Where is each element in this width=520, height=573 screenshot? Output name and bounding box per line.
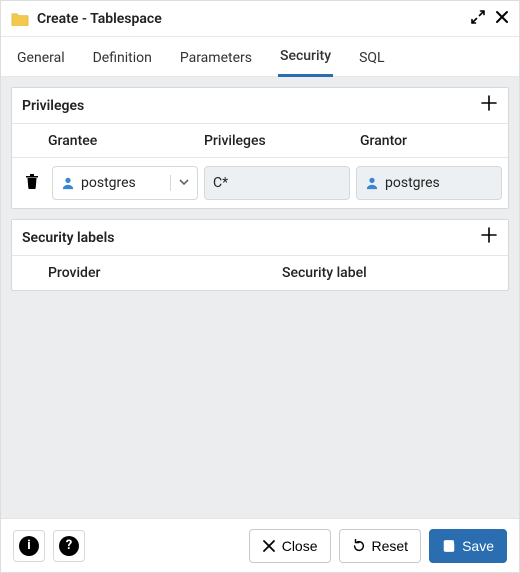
user-icon [61, 176, 75, 190]
user-icon [365, 176, 379, 190]
grantor-field: postgres [356, 166, 502, 200]
save-label: Save [462, 538, 494, 554]
grantee-select[interactable]: postgres [52, 166, 198, 200]
privilege-row: postgres C* postgres [12, 158, 508, 208]
tab-definition[interactable]: Definition [91, 40, 154, 76]
dialog-create-tablespace: Create - Tablespace General Definition P… [0, 0, 520, 573]
help-button[interactable]: ? [53, 530, 85, 562]
delete-row-button[interactable] [25, 173, 39, 193]
tab-general[interactable]: General [15, 40, 67, 76]
add-privilege-button[interactable] [480, 94, 498, 117]
security-labels-panel: Security labels Provider Security label [11, 219, 509, 291]
privileges-value: C* [213, 175, 228, 191]
tab-security[interactable]: Security [278, 38, 333, 77]
reset-label: Reset [372, 538, 409, 554]
reset-button[interactable]: Reset [339, 529, 422, 563]
close-icon[interactable] [495, 10, 509, 28]
security-labels-title: Security labels [22, 230, 114, 246]
grantee-value: postgres [81, 175, 136, 191]
privileges-title: Privileges [22, 98, 84, 114]
save-button[interactable]: Save [429, 529, 507, 563]
dialog-footer: i ? Close Reset Save [1, 518, 519, 572]
privileges-header: Privileges [12, 88, 508, 124]
tab-sql[interactable]: SQL [357, 40, 386, 76]
close-label: Close [282, 538, 318, 554]
titlebar: Create - Tablespace [1, 1, 519, 37]
dialog-title: Create - Tablespace [37, 11, 471, 27]
privileges-column-headers: Grantee Privileges Grantor [12, 124, 508, 158]
tab-parameters[interactable]: Parameters [178, 40, 254, 76]
security-labels-column-headers: Provider Security label [12, 256, 508, 290]
privileges-panel: Privileges Grantee Privileges Grantor [11, 87, 509, 209]
info-button[interactable]: i [13, 530, 45, 562]
grantor-value: postgres [385, 175, 440, 191]
folder-icon [11, 12, 29, 26]
expand-icon[interactable] [471, 10, 485, 28]
close-button[interactable]: Close [249, 529, 331, 563]
add-security-label-button[interactable] [480, 226, 498, 249]
col-privileges: Privileges [196, 133, 352, 149]
security-labels-header: Security labels [12, 220, 508, 256]
dialog-body: Privileges Grantee Privileges Grantor [1, 77, 519, 518]
col-provider: Provider [40, 265, 274, 281]
col-security-label: Security label [274, 265, 508, 281]
col-grantee: Grantee [40, 133, 196, 149]
tabs: General Definition Parameters Security S… [1, 37, 519, 77]
privileges-value-field[interactable]: C* [204, 166, 350, 200]
chevron-down-icon [170, 175, 189, 191]
col-grantor: Grantor [352, 133, 508, 149]
